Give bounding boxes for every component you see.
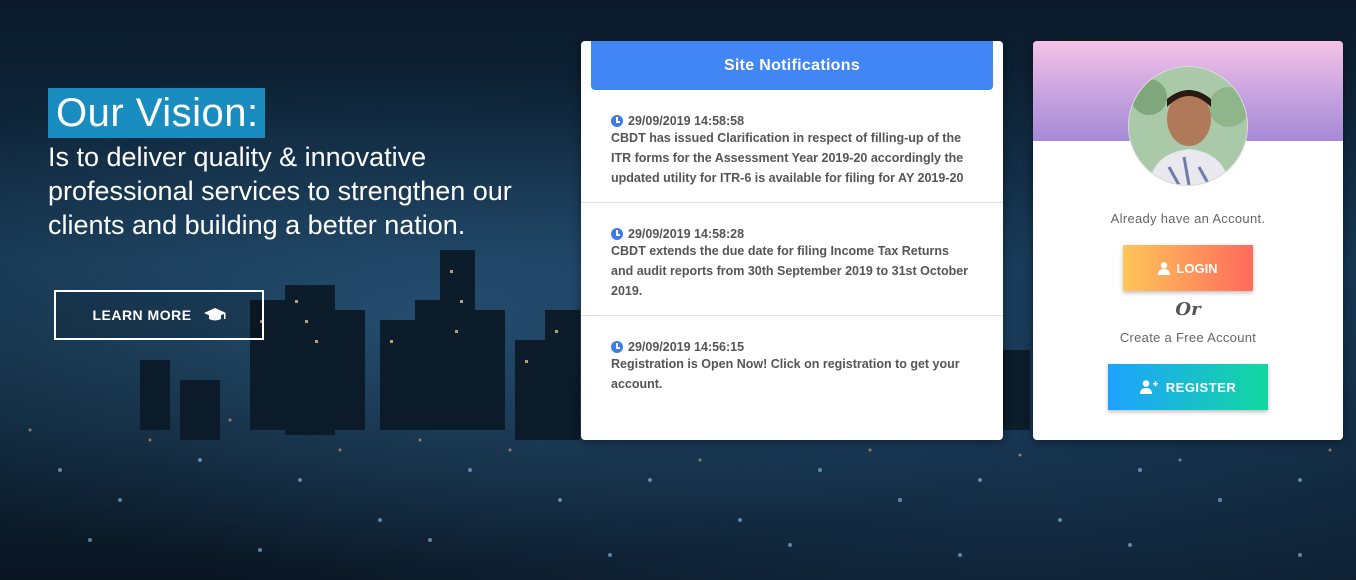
- notification-text: CBDT extends the due date for filing Inc…: [611, 244, 969, 298]
- graduation-cap-icon: [203, 308, 226, 321]
- user-plus-icon: [1139, 380, 1158, 394]
- notifications-header: Site Notifications: [591, 41, 993, 90]
- clock-icon: [611, 341, 623, 353]
- learn-more-label: LEARN MORE: [92, 307, 192, 323]
- notification-item[interactable]: 29/09/2019 14:58:28 CBDT extends the due…: [581, 203, 1003, 316]
- notification-item[interactable]: 29/09/2019 14:56:15 Registration is Open…: [581, 316, 1003, 408]
- account-card: Already have an Account. LOGIN Or Create…: [1033, 41, 1343, 440]
- learn-more-button[interactable]: LEARN MORE: [54, 290, 264, 340]
- vision-text: Is to deliver quality & innovative profe…: [48, 142, 512, 240]
- notification-date-text: 29/09/2019 14:58:28: [628, 227, 745, 241]
- login-label: LOGIN: [1176, 260, 1218, 276]
- notification-date: 29/09/2019 14:56:15: [611, 340, 973, 354]
- login-button[interactable]: LOGIN: [1123, 245, 1253, 291]
- site-notifications-panel: Site Notifications 29/09/2019 14:58:58 C…: [581, 41, 1003, 440]
- notification-text: CBDT has issued Clarification in respect…: [611, 131, 964, 185]
- avatar: [1128, 66, 1248, 186]
- notification-item[interactable]: 29/09/2019 14:58:58 CBDT has issued Clar…: [581, 90, 1003, 203]
- notification-date-text: 29/09/2019 14:58:58: [628, 114, 745, 128]
- notification-date: 29/09/2019 14:58:58: [611, 114, 973, 128]
- user-icon: [1158, 261, 1171, 275]
- vision-section: Our Vision: Is to deliver quality & inno…: [48, 88, 568, 242]
- clock-icon: [611, 228, 623, 240]
- create-account-text: Create a Free Account: [1119, 330, 1257, 345]
- notification-date: 29/09/2019 14:58:28: [611, 227, 973, 241]
- notification-text: Registration is Open Now! Click on regis…: [611, 357, 960, 391]
- user-photo: [1129, 67, 1247, 185]
- have-account-text: Already have an Account.: [1110, 211, 1266, 226]
- register-button[interactable]: REGISTER: [1108, 364, 1268, 410]
- vision-title: Our Vision:: [48, 88, 265, 138]
- or-separator: Or: [1175, 299, 1201, 320]
- notification-date-text: 29/09/2019 14:56:15: [628, 340, 745, 354]
- clock-icon: [611, 115, 623, 127]
- register-label: REGISTER: [1165, 379, 1237, 395]
